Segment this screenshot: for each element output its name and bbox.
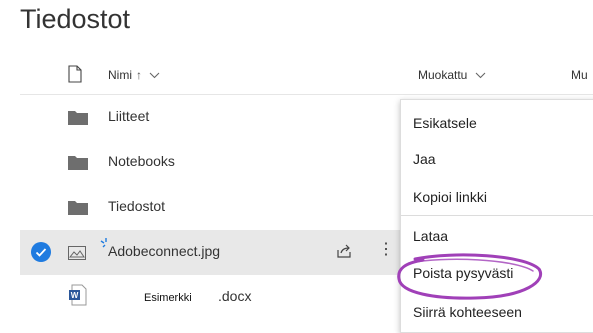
menu-item-copy-link[interactable]: Kopioi linkki [413, 189, 487, 205]
menu-item-share[interactable]: Jaa [413, 151, 436, 167]
list-item-name[interactable]: .docx [218, 288, 251, 304]
folder-icon [68, 199, 88, 220]
menu-divider [401, 215, 593, 216]
document-icon[interactable] [68, 65, 82, 88]
list-item-name[interactable]: Tiedostot [108, 198, 165, 214]
page-title: Tiedostot [20, 4, 131, 34]
more-vertical-icon[interactable]: ⋮ [378, 240, 394, 260]
sort-ascending-icon: ↑ [136, 68, 142, 82]
column-header-modified-label: Muokattu [418, 68, 468, 82]
menu-item-delete-permanently[interactable]: Poista pysyvästi [413, 265, 513, 281]
column-header-modified[interactable]: Muokattu [418, 68, 486, 82]
list-item-name-overlay: Esimerkki [144, 292, 192, 304]
checkmark-circle-icon[interactable] [31, 242, 51, 262]
chevron-down-icon [475, 72, 486, 79]
context-menu: Esikatsele Jaa Kopioi linkki Lataa Poist… [400, 99, 593, 333]
svg-text:W: W [71, 291, 79, 300]
column-header-name[interactable]: Nimi ↑ [108, 68, 160, 82]
column-header-row: Nimi ↑ Muokattu Mu [20, 56, 593, 95]
menu-item-download[interactable]: Lataa [413, 228, 448, 244]
word-document-icon: W [69, 284, 87, 311]
chevron-down-icon [149, 72, 160, 79]
column-header-name-label: Nimi [108, 68, 132, 82]
image-file-icon [68, 246, 86, 265]
list-item-name[interactable]: Liitteet [108, 108, 149, 124]
menu-item-preview[interactable]: Esikatsele [413, 115, 477, 131]
menu-item-move-to[interactable]: Siirrä kohteeseen [413, 304, 522, 320]
list-item-name[interactable]: Notebooks [108, 153, 175, 169]
list-item-name[interactable]: Adobeconnect.jpg [108, 243, 220, 259]
column-header-modified-by[interactable]: Mu [571, 68, 588, 82]
folder-icon [68, 154, 88, 175]
share-icon[interactable] [336, 243, 352, 264]
folder-icon [68, 109, 88, 130]
